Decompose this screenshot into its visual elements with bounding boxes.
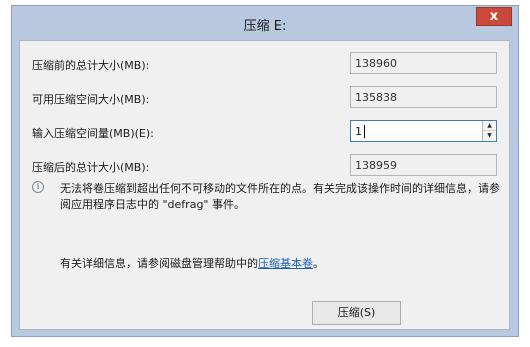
text-cursor: [364, 125, 365, 138]
close-icon: x: [489, 9, 499, 24]
info-icon: i: [32, 181, 44, 193]
shrink-button[interactable]: 压缩(S): [312, 301, 401, 325]
available-shrink-space-value: 135838: [355, 91, 397, 104]
shrink-amount-value[interactable]: 1: [355, 125, 362, 138]
total-size-after-field: 138959: [350, 154, 497, 176]
shrink-basic-volume-link[interactable]: 压缩基本卷: [258, 257, 313, 270]
shrink-amount-spinner[interactable]: ▲ ▼: [482, 121, 496, 141]
title-bar[interactable]: 压缩 E: x: [12, 6, 518, 40]
help-prefix: 有关详细信息，请参阅磁盘管理帮助中的: [60, 257, 258, 270]
available-shrink-space-field: 135838: [350, 86, 497, 108]
help-suffix: 。: [313, 257, 324, 270]
total-size-before-field: 138960: [350, 52, 497, 74]
info-message: 无法将卷压缩到超出任何不可移动的文件所在的点。有关完成该操作时间的详细信息，请参…: [60, 182, 500, 211]
available-shrink-space-label: 可用压缩空间大小(MB):: [32, 93, 150, 106]
shrink-amount-input[interactable]: 1 ▲ ▼: [350, 120, 497, 142]
close-button[interactable]: x: [476, 7, 512, 26]
help-text: 有关详细信息，请参阅磁盘管理帮助中的压缩基本卷。: [60, 255, 324, 271]
shrink-dialog: 压缩 E: x 压缩前的总计大小(MB): 138960 可用压缩空间大小(MB…: [11, 5, 519, 337]
shrink-amount-label: 输入压缩空间量(MB)(E):: [32, 127, 154, 140]
total-size-before-label: 压缩前的总计大小(MB):: [32, 59, 150, 72]
spin-down-button[interactable]: ▼: [483, 131, 496, 141]
spin-up-button[interactable]: ▲: [483, 121, 496, 131]
dialog-body: 压缩前的总计大小(MB): 138960 可用压缩空间大小(MB): 13583…: [19, 40, 510, 330]
dialog-title: 压缩 E:: [243, 19, 287, 34]
total-size-before-value: 138960: [355, 57, 397, 70]
total-size-after-value: 138959: [355, 159, 397, 172]
total-size-after-label: 压缩后的总计大小(MB):: [32, 161, 150, 174]
